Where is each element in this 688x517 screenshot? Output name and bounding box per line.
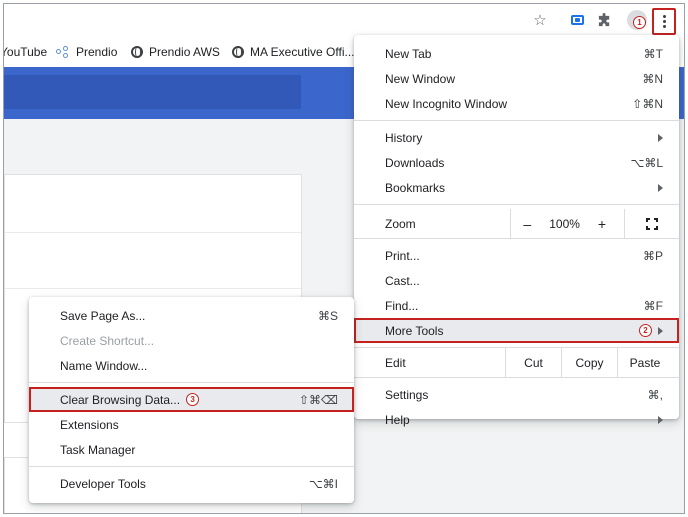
three-dots-icon bbox=[662, 15, 666, 28]
zoom-value: 100% bbox=[549, 216, 580, 231]
screen-capture-icon[interactable] bbox=[566, 9, 588, 31]
shortcut-text: ⌘P bbox=[642, 248, 663, 263]
menu-item-bookmarks[interactable]: Bookmarks bbox=[354, 175, 679, 200]
menu-item-new-tab[interactable]: New Tab ⌘T bbox=[354, 41, 679, 66]
menu-item-create-shortcut: Create Shortcut... bbox=[60, 333, 155, 348]
fullscreen-button[interactable] bbox=[623, 209, 679, 238]
shortcut-text: ⌘, bbox=[647, 387, 663, 402]
menu-divider bbox=[354, 238, 679, 239]
shortcut-text: ⌘S bbox=[317, 308, 338, 323]
chrome-menu-button[interactable] bbox=[652, 8, 676, 35]
menu-item-new-window[interactable]: New Window ⌘N bbox=[354, 66, 679, 91]
menu-divider bbox=[29, 382, 354, 383]
zoom-controls: – 100% + bbox=[510, 209, 618, 238]
banner-search-field bbox=[4, 75, 301, 109]
chrome-main-menu: New Tab ⌘T New Window ⌘N New Incognito W… bbox=[354, 35, 679, 427]
submenu-arrow-icon bbox=[658, 183, 663, 192]
annotation-badge-3: 3 bbox=[186, 393, 200, 406]
globe-icon bbox=[232, 46, 244, 58]
shortcut-text: ⇧⌘N bbox=[632, 96, 663, 111]
shortcut-text: ⌘N bbox=[642, 71, 663, 86]
menu-item-print[interactable]: Print... ⌘P bbox=[354, 243, 679, 268]
browser-window: ☆ 1 YouTube Prendio Prendio AWS MA Execu… bbox=[3, 3, 685, 514]
menu-item-settings[interactable]: Settings ⌘, bbox=[354, 382, 679, 407]
extensions-puzzle-icon[interactable] bbox=[593, 9, 615, 31]
menu-item-task-manager[interactable]: Task Manager bbox=[29, 437, 354, 462]
menu-item-new-incognito[interactable]: New Incognito Window ⇧⌘N bbox=[354, 91, 679, 116]
submenu-arrow-icon bbox=[658, 415, 663, 424]
menu-item-downloads[interactable]: Downloads ⌥⌘L bbox=[354, 150, 679, 175]
menu-item-developer-tools[interactable]: Developer Tools ⌥⌘I bbox=[29, 471, 354, 496]
more-tools-submenu: Save Page As... ⌘S Create Shortcut... Na… bbox=[29, 297, 354, 503]
page-content-strip bbox=[4, 422, 28, 458]
bookmark-ma-executive[interactable]: MA Executive Offi... bbox=[232, 45, 354, 59]
menu-item-history[interactable]: History bbox=[354, 125, 679, 150]
bookmark-youtube[interactable]: YouTube bbox=[3, 45, 48, 59]
menu-divider bbox=[29, 466, 354, 467]
annotation-badge-1: 1 bbox=[633, 16, 646, 29]
menu-divider bbox=[354, 377, 679, 378]
bookmark-prendio[interactable]: Prendio bbox=[56, 45, 117, 59]
menu-edit-row: Edit Cut Copy Paste bbox=[354, 348, 679, 377]
submenu-arrow-icon bbox=[658, 326, 663, 335]
menu-item-clear-browsing-data[interactable]: Clear Browsing Data... 3 ⇧⌘⌫ bbox=[29, 387, 354, 412]
menu-item-name-window[interactable]: Name Window... bbox=[29, 353, 354, 378]
bookmark-star-icon[interactable]: ☆ bbox=[529, 9, 551, 31]
shortcut-text: ⌘T bbox=[643, 46, 663, 61]
copy-button[interactable]: Copy bbox=[561, 348, 617, 377]
menu-zoom-row: Zoom – 100% + bbox=[354, 209, 679, 238]
menu-item-save-page[interactable]: Save Page As... ⌘S bbox=[29, 303, 354, 328]
menu-item-cast[interactable]: Cast... bbox=[354, 268, 679, 293]
menu-divider bbox=[354, 204, 679, 205]
menu-item-help[interactable]: Help bbox=[354, 407, 679, 432]
bookmark-label: MA Executive Offi... bbox=[250, 45, 355, 59]
menu-divider bbox=[354, 120, 679, 121]
bookmark-label: Prendio AWS bbox=[149, 45, 220, 59]
cut-button[interactable]: Cut bbox=[505, 348, 561, 377]
bookmark-label: Prendio bbox=[76, 45, 118, 59]
edit-label: Edit bbox=[385, 355, 406, 370]
zoom-label: Zoom bbox=[385, 216, 416, 231]
globe-icon bbox=[131, 46, 143, 58]
shortcut-text: ⇧⌘⌫ bbox=[298, 392, 338, 407]
molecule-icon bbox=[56, 46, 70, 58]
submenu-arrow-icon bbox=[658, 133, 663, 142]
menu-item-find[interactable]: Find... ⌘F bbox=[354, 293, 679, 318]
bookmark-label: YouTube bbox=[3, 45, 48, 59]
shortcut-text: ⌥⌘L bbox=[630, 155, 663, 170]
fullscreen-icon bbox=[645, 217, 658, 230]
shortcut-text: ⌘F bbox=[643, 298, 663, 313]
shortcut-text: ⌥⌘I bbox=[308, 476, 338, 491]
paste-button[interactable]: Paste bbox=[617, 348, 672, 377]
menu-item-more-tools[interactable]: More Tools 2 bbox=[354, 318, 679, 343]
annotation-badge-2: 2 bbox=[639, 324, 652, 337]
zoom-in-button[interactable]: + bbox=[586, 216, 618, 232]
browser-toolbar: ☆ 1 bbox=[4, 4, 684, 37]
menu-item-extensions[interactable]: Extensions bbox=[29, 412, 354, 437]
zoom-out-button[interactable]: – bbox=[511, 216, 543, 232]
bookmark-prendio-aws[interactable]: Prendio AWS bbox=[131, 45, 220, 59]
